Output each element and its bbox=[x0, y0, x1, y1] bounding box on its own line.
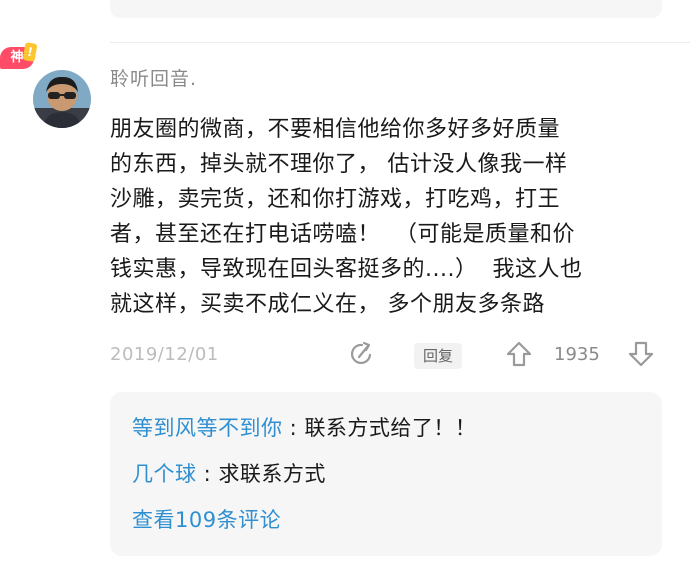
comment-date: 2019/12/01 bbox=[110, 344, 219, 365]
divider bbox=[110, 42, 690, 43]
share-icon[interactable] bbox=[348, 340, 376, 368]
previous-reply-box bbox=[110, 0, 662, 18]
vote-count: 1935 bbox=[554, 344, 600, 365]
reply-text: 联系方式给了！！ bbox=[304, 416, 477, 440]
reply-separator: : bbox=[282, 416, 305, 440]
comment-username[interactable]: 聆听回音. bbox=[110, 64, 197, 91]
avatar[interactable] bbox=[33, 70, 91, 128]
reply-author[interactable]: 等到风等不到你 bbox=[132, 416, 283, 440]
avatar-photo bbox=[33, 70, 91, 128]
reply-author[interactable]: 几个球 bbox=[132, 462, 197, 486]
comment-text: 朋友圈的微商，不要相信他给你多好多好质量 的东西，掉头就不理你了， 估计没人像我… bbox=[110, 117, 583, 317]
upvote-icon[interactable] bbox=[505, 340, 533, 368]
reply-separator: : bbox=[196, 462, 219, 486]
reply-item[interactable]: 等到风等不到你 : 联系方式给了！！ bbox=[132, 412, 476, 442]
view-more-comments-link[interactable]: 查看109条评论 bbox=[132, 504, 281, 534]
god-comment-badge: 神 ! bbox=[0, 42, 38, 69]
downvote-icon[interactable] bbox=[627, 340, 655, 368]
reply-button[interactable]: 回复 bbox=[414, 343, 462, 369]
badge-mark: ! bbox=[22, 42, 38, 62]
replies-box: 等到风等不到你 : 联系方式给了！！ 几个球 : 求联系方式 查看109条评论 bbox=[110, 392, 662, 556]
reply-text: 求联系方式 bbox=[218, 462, 326, 486]
reply-item[interactable]: 几个球 : 求联系方式 bbox=[132, 458, 326, 488]
badge-label: 神 bbox=[10, 50, 24, 65]
